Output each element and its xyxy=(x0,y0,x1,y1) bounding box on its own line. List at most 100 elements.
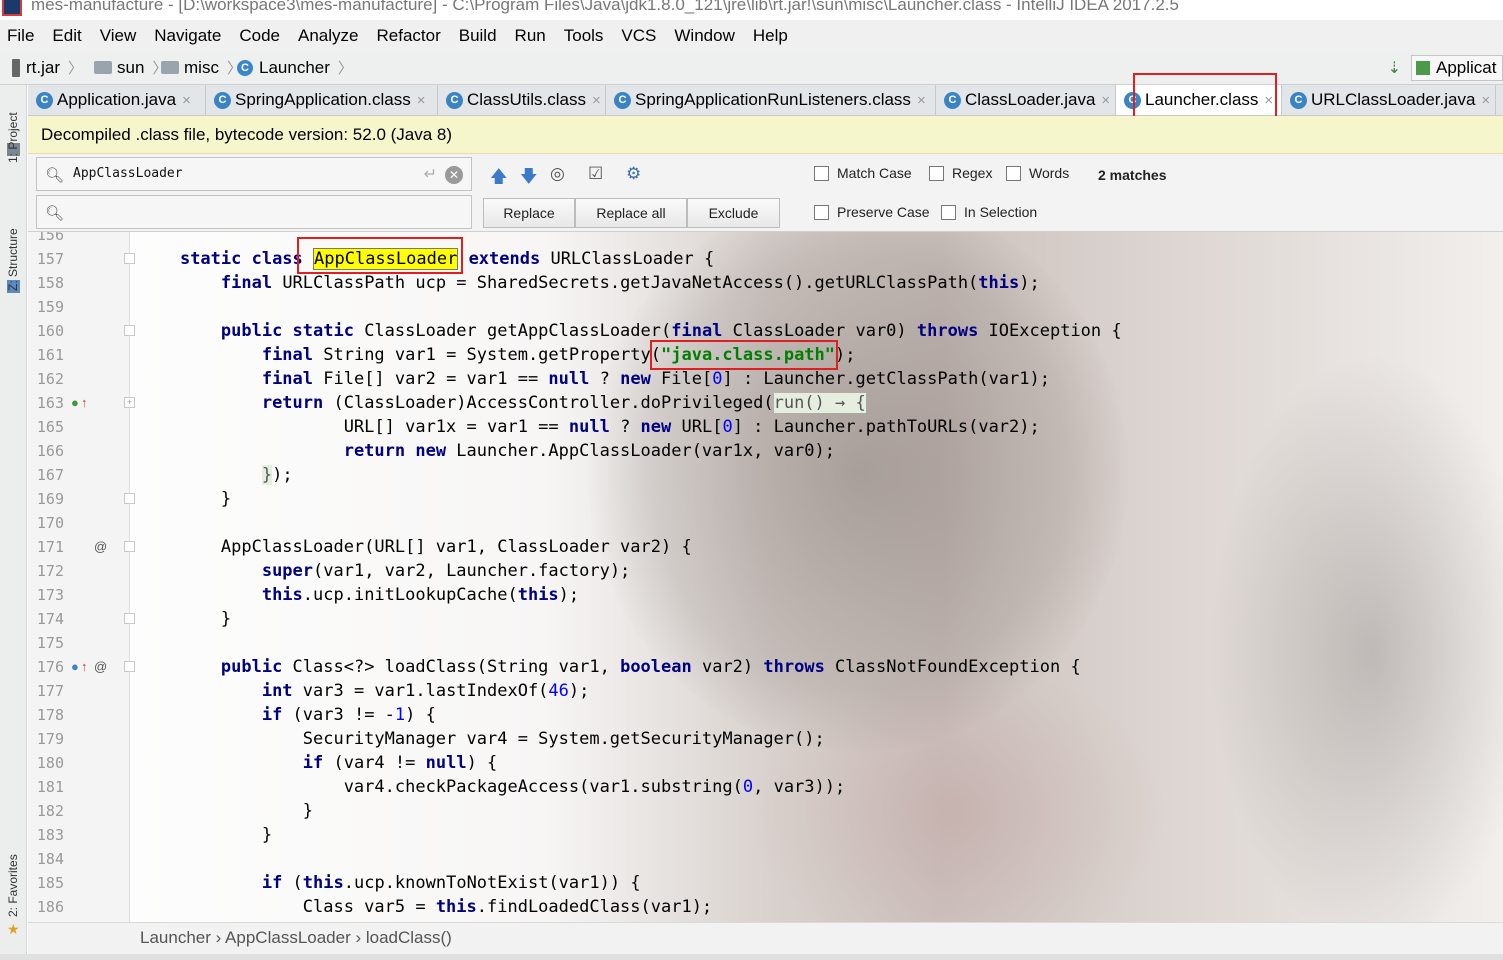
close-icon[interactable]: × xyxy=(1481,92,1490,109)
implemented-icon[interactable]: ● xyxy=(71,391,79,415)
match-count: 2 matches xyxy=(1098,167,1167,183)
line-number: 183 xyxy=(36,826,64,844)
line-number: 165 xyxy=(36,418,64,436)
breadcrumb-sun[interactable]: sun 〉 xyxy=(94,57,167,78)
fold-marker-icon[interactable] xyxy=(124,661,135,672)
override-arrow-up-icon[interactable]: ↑ xyxy=(81,391,88,415)
breadcrumb-rt-jar[interactable]: rt.jar 〉 xyxy=(12,57,83,78)
editor-breadcrumb-bar[interactable]: Launcher › AppClassLoader › loadClass() xyxy=(28,922,1503,954)
menu-file[interactable]: File xyxy=(7,26,34,46)
line-number: 157 xyxy=(36,250,64,268)
tab-label: Application.java xyxy=(57,90,177,109)
code-line: final URLClassPath ucp = SharedSecrets.g… xyxy=(220,273,1040,293)
code-line: } xyxy=(139,801,313,821)
code-line: }); xyxy=(261,465,293,485)
fold-expand-icon[interactable]: + xyxy=(124,397,135,408)
code-line: final File[] var2 = var1 == null ? new F… xyxy=(261,369,1050,389)
in-selection-checkbox[interactable]: In Selection xyxy=(941,204,1037,220)
checkbox-label: Preserve Case xyxy=(837,204,930,220)
line-number: 173 xyxy=(36,586,64,604)
tool-tab-project[interactable]: 1: Project xyxy=(6,112,20,163)
menu-edit[interactable]: Edit xyxy=(52,26,81,46)
overrides-method-icon[interactable]: ● xyxy=(71,655,79,679)
menu-vcs[interactable]: VCS xyxy=(621,26,656,46)
code-editor[interactable]: 156 157 158 159 160 161 162 163 165 166 … xyxy=(28,232,1503,922)
annotation-box-string xyxy=(650,340,838,370)
menu-analyze[interactable]: Analyze xyxy=(298,26,358,46)
tab-label: ClassUtils.class xyxy=(467,90,587,109)
fold-marker-icon[interactable] xyxy=(124,325,135,336)
search-input[interactable]: 🔍︎ AppClassLoader ↵ ✕ xyxy=(36,157,472,191)
line-number: 185 xyxy=(36,874,64,892)
code-line: SecurityManager var4 = System.getSecurit… xyxy=(139,729,825,749)
fold-marker-icon[interactable] xyxy=(124,541,135,552)
menu-help[interactable]: Help xyxy=(753,26,788,46)
line-number: 172 xyxy=(36,562,64,580)
tab-urlclassloader-java[interactable]: C URLClassLoader.java × xyxy=(1282,85,1496,115)
checkbox-box xyxy=(941,204,956,220)
code-line: } xyxy=(139,609,232,629)
match-case-checkbox[interactable]: Match Case xyxy=(814,165,912,181)
close-icon[interactable]: × xyxy=(1101,92,1110,109)
close-icon[interactable]: × xyxy=(417,92,426,109)
annotation-box-class-name xyxy=(297,237,463,274)
gear-icon[interactable]: ⚙ xyxy=(626,164,641,184)
menu-navigate[interactable]: Navigate xyxy=(154,26,221,46)
annotation-at-icon[interactable]: @ xyxy=(94,535,107,559)
fold-marker-icon[interactable] xyxy=(124,253,135,264)
menu-code[interactable]: Code xyxy=(239,26,280,46)
close-icon[interactable]: × xyxy=(592,92,601,109)
run-configuration-dropdown[interactable]: Applicat xyxy=(1411,55,1503,81)
words-checkbox[interactable]: Words xyxy=(1006,165,1069,181)
menu-tools[interactable]: Tools xyxy=(564,26,604,46)
clear-icon[interactable]: ✕ xyxy=(445,166,463,184)
breadcrumb-launcher[interactable]: C Launcher 〉 xyxy=(237,57,353,78)
tool-tab-structure[interactable]: Z: Structure xyxy=(6,228,20,291)
breadcrumb-misc[interactable]: misc 〉 xyxy=(161,57,242,78)
checkbox-box xyxy=(929,165,944,181)
decompiled-banner: Decompiled .class file, bytecode version… xyxy=(28,116,1503,154)
fold-marker-icon[interactable] xyxy=(124,613,135,624)
code-line: if (var4 != null) { xyxy=(302,753,498,773)
sort-down-icon[interactable]: ⇣ xyxy=(1388,58,1401,78)
search-icon: 🔍︎ xyxy=(45,205,65,222)
tab-springapplication-class[interactable]: C SpringApplication.class × xyxy=(206,85,438,115)
close-icon[interactable]: × xyxy=(182,92,191,109)
tab-label: SpringApplicationRunListeners.class xyxy=(635,90,911,109)
find-all-icon[interactable]: ◎ xyxy=(550,164,565,184)
fold-marker-icon[interactable] xyxy=(124,493,135,504)
line-gutter: 156 157 158 159 160 161 162 163 165 166 … xyxy=(28,232,130,922)
tab-classutils-class[interactable]: C ClassUtils.class × xyxy=(438,85,606,115)
class-icon: C xyxy=(1290,91,1307,109)
line-number: 184 xyxy=(36,850,64,868)
tab-label: URLClassLoader.java xyxy=(1311,90,1476,109)
regex-checkbox[interactable]: Regex xyxy=(929,165,992,181)
tab-classloader-java[interactable]: C ClassLoader.java × xyxy=(936,85,1116,115)
filter-icon[interactable]: ☑ xyxy=(588,164,603,184)
search-icon: 🔍︎ xyxy=(45,167,65,184)
replace-input[interactable]: 🔍︎ xyxy=(36,195,472,229)
preserve-case-checkbox[interactable]: Preserve Case xyxy=(814,204,930,220)
tab-application-java[interactable]: C Application.java × xyxy=(28,85,206,115)
menu-run[interactable]: Run xyxy=(515,26,546,46)
menu-build[interactable]: Build xyxy=(459,26,497,46)
checkbox-box xyxy=(1006,165,1021,181)
tool-tab-favorites[interactable]: 2: Favorites xyxy=(6,854,20,917)
navigation-bar: rt.jar 〉 sun 〉 misc 〉 C Launcher 〉 ⇣ App… xyxy=(0,51,1503,85)
override-arrow-up-icon[interactable]: ↑ xyxy=(81,655,88,679)
menu-view[interactable]: View xyxy=(100,26,137,46)
code-line: int var3 = var1.lastIndexOf(46); xyxy=(261,681,590,701)
tab-springapplicationrunlisteners-class[interactable]: C SpringApplicationRunListeners.class × xyxy=(606,85,936,115)
menu-refactor[interactable]: Refactor xyxy=(376,26,440,46)
arrow-down-icon[interactable]: 🡇 xyxy=(520,164,537,193)
replace-all-button[interactable]: Replace all xyxy=(575,198,687,228)
annotation-at-icon[interactable]: @ xyxy=(94,655,107,679)
menu-window[interactable]: Window xyxy=(674,26,734,46)
title-bar: mes-manufacture - [D:\workspace3\mes-man… xyxy=(0,0,1503,20)
exclude-button[interactable]: Exclude xyxy=(687,198,780,228)
arrow-up-icon[interactable]: 🡅 xyxy=(490,164,507,193)
replace-button[interactable]: Replace xyxy=(483,198,575,228)
close-icon[interactable]: × xyxy=(917,92,926,109)
line-number: 175 xyxy=(36,634,64,652)
code-line: if (this.ucp.knownToNotExist(var1)) { xyxy=(261,873,641,893)
